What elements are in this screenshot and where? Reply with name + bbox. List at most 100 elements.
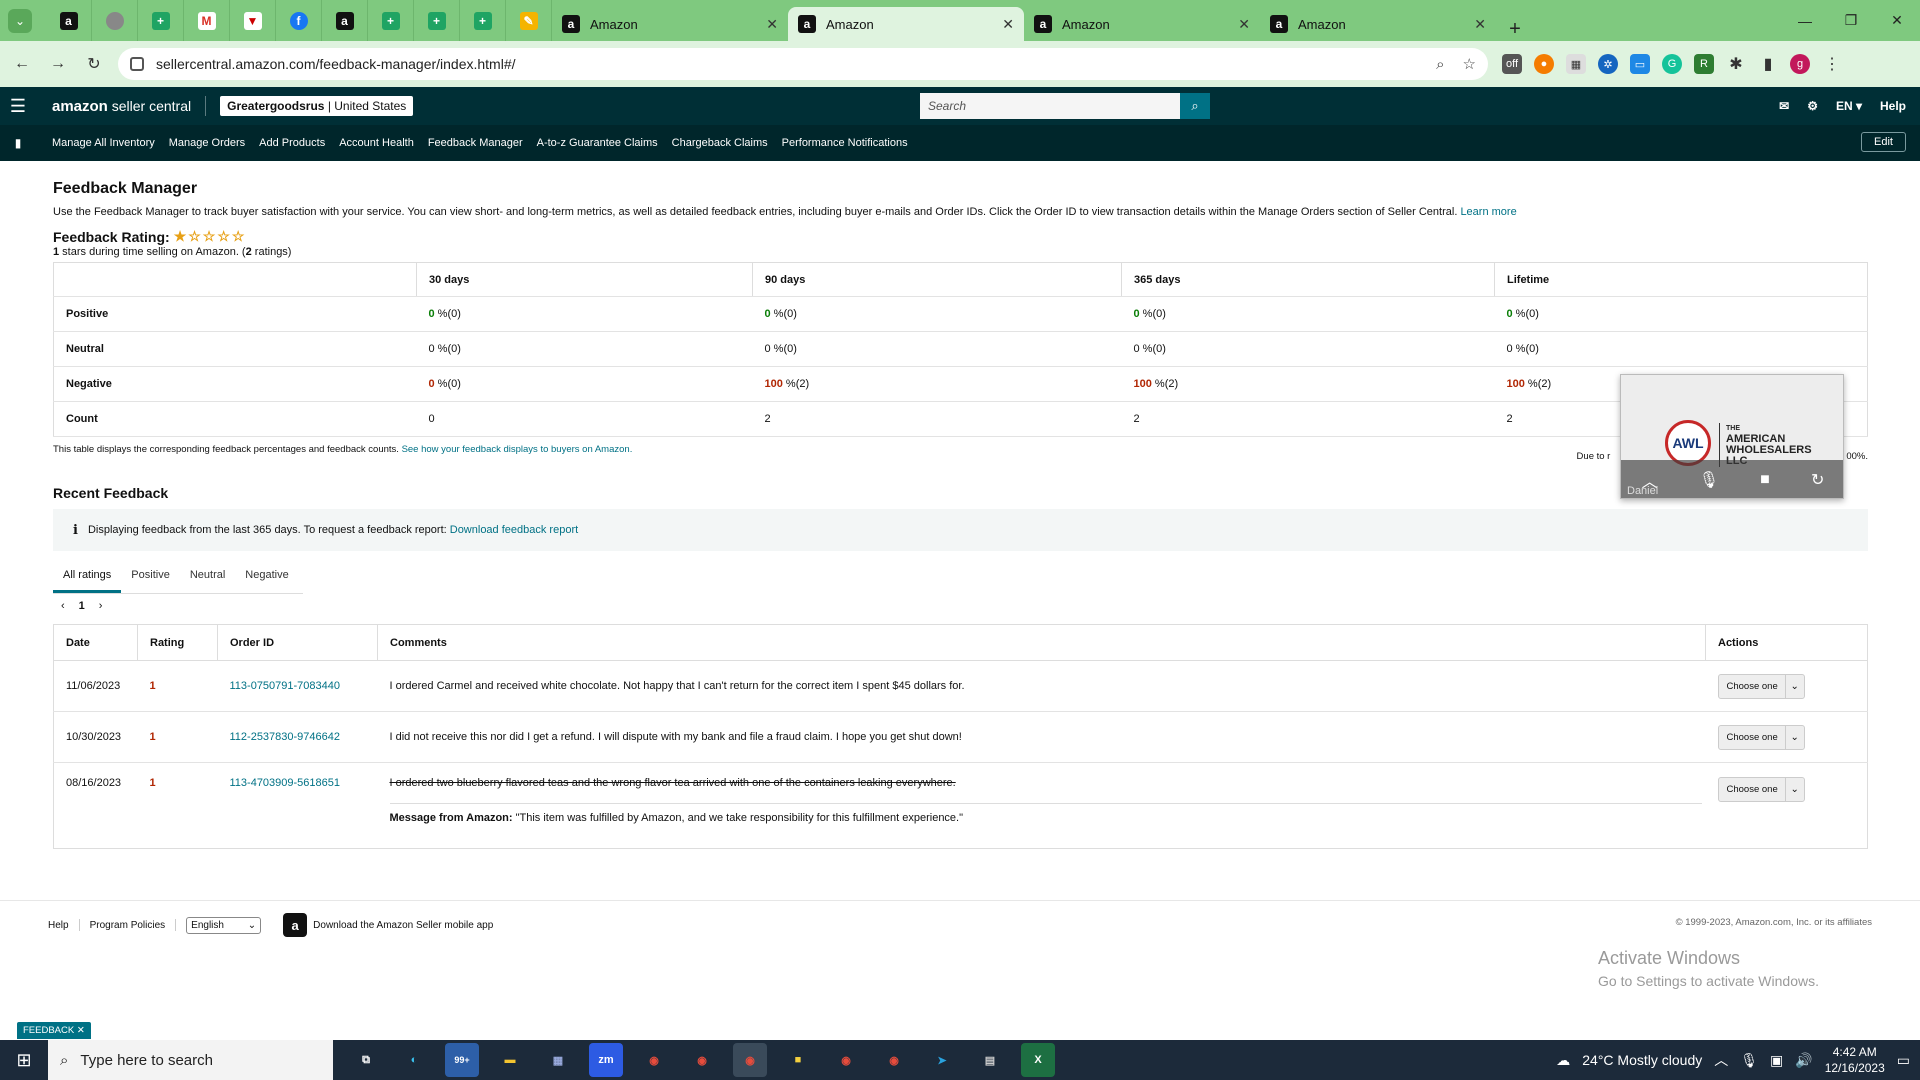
back-icon[interactable]: ← <box>8 50 36 78</box>
weather-icon[interactable]: ☁ <box>1556 1052 1570 1069</box>
order-id-link[interactable]: 113-4703909-5618651 <box>230 777 341 789</box>
taskbar-search[interactable]: ⌕ Type here to search <box>48 1040 333 1080</box>
search-icon[interactable]: ⌕ <box>1180 93 1210 119</box>
pinned-tab-facebook[interactable]: f <box>276 0 322 41</box>
close-icon[interactable]: ✕ <box>1238 16 1250 33</box>
download-report-link[interactable]: Download feedback report <box>450 524 578 536</box>
sticky-notes-icon[interactable]: ■ <box>781 1043 815 1077</box>
side-panel-icon[interactable]: ▮ <box>1758 54 1778 74</box>
next-page-icon[interactable]: › <box>99 600 103 612</box>
nav-performance-notifications[interactable]: Performance Notifications <box>782 137 908 149</box>
network-icon[interactable]: ▣ <box>1770 1052 1783 1069</box>
chrome-icon[interactable]: ◉ <box>733 1043 767 1077</box>
pinned-tab-grey[interactable] <box>92 0 138 41</box>
microphone-icon[interactable]: 🎙 <box>1740 1052 1758 1069</box>
buyer-display-link[interactable]: See how your feedback displays to buyers… <box>402 444 633 455</box>
tab-positive[interactable]: Positive <box>121 569 180 593</box>
current-page[interactable]: 1 <box>79 600 85 612</box>
minimize-icon[interactable]: — <box>1782 0 1828 41</box>
close-icon[interactable]: ✕ <box>766 16 778 33</box>
menu-kebab-icon[interactable]: ⋮ <box>1822 54 1842 74</box>
language-selector[interactable]: EN ▾ <box>1836 99 1862 113</box>
extension-zoom-icon[interactable]: ▭ <box>1630 54 1650 74</box>
nav-feedback-manager[interactable]: Feedback Manager <box>428 137 523 149</box>
clock[interactable]: 4:42 AM 12/16/2023 <box>1825 1044 1885 1076</box>
nav-atoz-claims[interactable]: A-to-z Guarantee Claims <box>537 137 658 149</box>
nav-manage-inventory[interactable]: Manage All Inventory <box>52 137 155 149</box>
excel-icon[interactable]: X <box>1021 1043 1055 1077</box>
extension-grid-icon[interactable]: ▦ <box>1566 54 1586 74</box>
nav-manage-orders[interactable]: Manage Orders <box>169 137 245 149</box>
edge-icon[interactable]: ◐ <box>397 1043 431 1077</box>
order-id-link[interactable]: 112-2537830-9746642 <box>230 731 341 743</box>
profile-avatar[interactable]: g <box>1790 54 1810 74</box>
volume-icon[interactable]: 🔊 <box>1795 1052 1812 1069</box>
order-id-link[interactable]: 113-0750791-7083440 <box>230 680 341 692</box>
learn-more-link[interactable]: Learn more <box>1460 206 1516 218</box>
prev-page-icon[interactable]: ‹ <box>61 600 65 612</box>
chrome-icon[interactable]: ◉ <box>829 1043 863 1077</box>
pinned-tab-sheets[interactable]: + <box>138 0 184 41</box>
camera-icon[interactable]: ■ <box>1760 471 1770 489</box>
account-switcher[interactable]: Greatergoodsrus | United States <box>220 96 414 116</box>
pinned-tab-sheets-4[interactable]: + <box>460 0 506 41</box>
nav-add-products[interactable]: Add Products <box>259 137 325 149</box>
help-link[interactable]: Help <box>1880 99 1906 113</box>
nav-account-health[interactable]: Account Health <box>339 137 414 149</box>
video-call-overlay[interactable]: AWL THE AMERICAN WHOLESALERS LLC ︿ 🎙 ■ ↻… <box>1620 374 1844 499</box>
extensions-puzzle-icon[interactable]: ✱ <box>1726 54 1746 74</box>
close-icon[interactable]: ✕ <box>1002 16 1014 33</box>
browser-tab-3[interactable]: a Amazon ✕ <box>1024 7 1260 41</box>
calculator-icon[interactable]: ▤ <box>973 1043 1007 1077</box>
browser-tab-1[interactable]: a Amazon ✕ <box>552 7 788 41</box>
tray-chevron-icon[interactable]: ︿ <box>1714 1050 1728 1070</box>
tab-search-icon[interactable]: ⌄ <box>8 8 32 33</box>
restore-icon[interactable]: ❐ <box>1828 0 1874 41</box>
grammarly-icon[interactable]: G <box>1662 54 1682 74</box>
hamburger-menu-icon[interactable]: ☰ <box>0 96 36 117</box>
nav-chargeback-claims[interactable]: Chargeback Claims <box>672 137 768 149</box>
edit-nav-button[interactable]: Edit <box>1861 132 1906 152</box>
extension-off-icon[interactable]: off <box>1502 54 1522 74</box>
footer-help-link[interactable]: Help <box>48 920 69 931</box>
chrome-icon[interactable]: ◉ <box>685 1043 719 1077</box>
close-icon[interactable]: ✕ <box>1474 16 1486 33</box>
chrome-icon[interactable]: ◉ <box>877 1043 911 1077</box>
search-input[interactable]: Search <box>920 93 1180 119</box>
action-dropdown[interactable]: Choose one ⌄ <box>1717 673 1805 699</box>
bookmark-icon[interactable]: ▮ <box>0 136 36 150</box>
close-window-icon[interactable]: ✕ <box>1874 0 1920 41</box>
microphone-muted-icon[interactable]: 🎙 <box>1699 470 1719 490</box>
pinned-tab-amazon-2[interactable]: a <box>322 0 368 41</box>
telegram-icon[interactable]: ➤ <box>925 1043 959 1077</box>
new-tab-button[interactable]: + <box>1500 18 1530 41</box>
site-info-icon[interactable] <box>130 57 144 71</box>
tab-negative[interactable]: Negative <box>235 569 298 593</box>
taskbar-search-input[interactable]: Type here to search <box>80 1052 213 1069</box>
reload-icon[interactable]: ↻ <box>80 50 108 78</box>
footer-language-select[interactable]: English ⌄ <box>186 916 262 934</box>
extension-blue-icon[interactable]: ✲ <box>1598 54 1618 74</box>
extension-orange-icon[interactable]: ● <box>1534 54 1554 74</box>
zoom-icon[interactable]: ⌕ <box>1436 56 1444 73</box>
forward-icon[interactable]: → <box>44 50 72 78</box>
gear-icon[interactable]: ⚙ <box>1807 99 1818 113</box>
action-dropdown[interactable]: Choose one ⌄ <box>1717 777 1805 802</box>
feedback-badge[interactable]: FEEDBACK ✕ <box>17 1022 91 1039</box>
bookmark-star-icon[interactable]: ☆ <box>1463 55 1476 73</box>
windows-start-icon[interactable]: ⊞ <box>0 1050 48 1071</box>
store-icon[interactable]: ▦ <box>541 1043 575 1077</box>
pinned-tab-sheets-3[interactable]: + <box>414 0 460 41</box>
refresh-icon[interactable]: ↻ <box>1811 470 1824 490</box>
pinned-tab-sheets-2[interactable]: + <box>368 0 414 41</box>
footer-policies-link[interactable]: Program Policies <box>90 920 166 931</box>
pinned-tab-gmail[interactable]: M <box>184 0 230 41</box>
extension-rs-icon[interactable]: R <box>1694 54 1714 74</box>
tab-neutral[interactable]: Neutral <box>180 569 235 593</box>
zoom-icon[interactable]: zm <box>589 1043 623 1077</box>
action-dropdown[interactable]: Choose one ⌄ <box>1717 724 1805 750</box>
tab-all-ratings[interactable]: All ratings <box>53 569 122 593</box>
pinned-tab-triangle[interactable]: ▼ <box>230 0 276 41</box>
mail-app-icon[interactable]: 99+ <box>445 1043 479 1077</box>
task-view-icon[interactable]: ⧉ <box>349 1043 383 1077</box>
